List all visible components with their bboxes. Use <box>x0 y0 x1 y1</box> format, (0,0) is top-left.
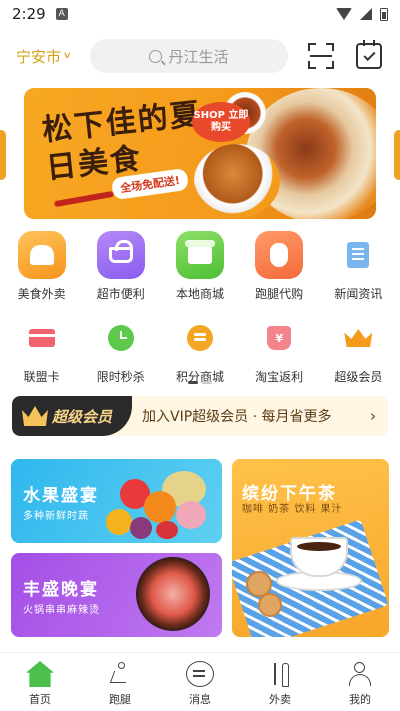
promo-card-fruit[interactable]: 水果盛宴 多种新鲜时蔬 <box>11 459 222 543</box>
grid-label: 本地商城 <box>175 287 224 301</box>
status-time: 2:29 <box>12 5 46 23</box>
search-icon <box>149 49 163 63</box>
promo-subtitle: 多种新鲜时蔬 <box>23 511 89 522</box>
chevron-right-icon: › <box>370 407 376 425</box>
bag-icon: ¥ <box>263 322 295 354</box>
runner-icon <box>106 661 134 687</box>
promo-title: 水果盛宴 <box>23 486 99 506</box>
scan-icon[interactable] <box>308 43 334 69</box>
signal-icon <box>360 8 372 20</box>
chevron-down-icon: ∨ <box>62 51 72 61</box>
tab-label: 消息 <box>189 693 211 706</box>
cookie-image <box>258 593 282 617</box>
grid-item-local-mall[interactable]: 本地商城 <box>164 231 236 302</box>
coin-icon <box>184 322 216 354</box>
calendar-check-icon[interactable] <box>356 40 382 69</box>
promo-card-dinner[interactable]: 丰盛晚宴 火锅串串麻辣烫 <box>11 553 222 637</box>
promo-subtitle: 咖啡 奶茶 饮料 果汁 <box>242 504 343 515</box>
grid-item-supermarket[interactable]: 超市便利 <box>85 231 157 302</box>
fruit-image <box>106 471 216 541</box>
search-placeholder: 丹江生活 <box>168 47 229 66</box>
grid-item-errand[interactable]: 跑腿代购 <box>243 231 315 302</box>
grid-item-news[interactable]: 新闻资讯 <box>322 231 394 302</box>
tab-messages[interactable]: 消息 <box>160 653 240 711</box>
grid-label: 超市便利 <box>96 287 145 301</box>
status-icons <box>336 7 388 21</box>
grid-label: 跑腿代购 <box>255 287 304 301</box>
tab-label: 我的 <box>349 693 371 706</box>
grid-item-food-delivery[interactable]: 美食外卖 <box>6 231 78 302</box>
tab-label: 跑腿 <box>109 693 131 706</box>
page-dot-active <box>188 381 198 384</box>
page-dot <box>202 381 212 384</box>
banner-next-peek[interactable] <box>394 130 400 180</box>
card-icon <box>26 322 58 354</box>
crown-icon <box>342 322 374 354</box>
tab-label: 首页 <box>29 693 51 706</box>
search-bar[interactable]: 丹江生活 <box>90 39 288 73</box>
banner-prev-peek[interactable] <box>0 130 6 180</box>
food-image <box>194 144 280 218</box>
vip-badge-label: 超级会员 <box>52 407 113 426</box>
fork-knife-icon <box>266 661 294 687</box>
hotpot-plate-image <box>136 557 210 631</box>
footprint-icon <box>255 231 304 279</box>
tab-home[interactable]: 首页 <box>0 653 80 711</box>
city-selector[interactable]: 宁安市 ∨ <box>16 46 90 67</box>
tab-profile[interactable]: 我的 <box>320 653 400 711</box>
grid-item-super-member[interactable]: 超级会员 <box>322 322 394 385</box>
status-bar: 2:29 A <box>0 0 400 28</box>
wifi-icon <box>336 8 352 20</box>
promo-banner[interactable]: 松下佳的夏日美食 SHOP 立即购买 全场免配送! <box>24 88 376 219</box>
bottom-tab-bar: 首页 跑腿 消息 外卖 我的 <box>0 652 400 711</box>
city-name: 宁安市 <box>16 47 62 66</box>
store-icon <box>175 231 224 279</box>
person-icon <box>346 661 374 687</box>
category-grid-row1: 美食外卖 超市便利 本地商城 跑腿代购 新闻资讯 <box>0 231 400 302</box>
shop-badge: SHOP 立即购买 <box>192 102 250 142</box>
vip-badge: 超级会员 <box>12 396 132 436</box>
pepper-decoration <box>53 190 115 208</box>
vip-banner[interactable]: 超级会员 加入VIP超级会员 · 每月省更多 › <box>12 396 388 436</box>
page-indicator <box>0 381 400 384</box>
vip-text: 加入VIP超级会员 · 每月省更多 <box>142 409 332 425</box>
grid-item-taobao-rebate[interactable]: ¥ 淘宝返利 <box>243 322 315 385</box>
crown-icon <box>22 406 48 426</box>
category-grid-row2: 联盟卡 限时秒杀 积分商城 ¥ 淘宝返利 超级会员 <box>0 322 400 385</box>
tab-takeout[interactable]: 外卖 <box>240 653 320 711</box>
promo-subtitle: 火锅串串麻辣烫 <box>23 605 100 616</box>
header: 宁安市 ∨ 丹江生活 <box>0 36 400 76</box>
grid-label: 新闻资讯 <box>334 287 383 301</box>
grid-item-flash-sale[interactable]: 限时秒杀 <box>85 322 157 385</box>
alarm-clock-icon <box>105 322 137 354</box>
grid-item-alliance-card[interactable]: 联盟卡 <box>6 322 78 385</box>
basket-icon <box>96 231 145 279</box>
chef-hat-icon <box>17 231 66 279</box>
grid-item-points-mall[interactable]: 积分商城 <box>164 322 236 385</box>
home-icon <box>26 661 54 687</box>
grid-label: 美食外卖 <box>17 287 66 301</box>
tab-label: 外卖 <box>269 693 291 706</box>
notification-icon: A <box>55 8 68 20</box>
tab-errand[interactable]: 跑腿 <box>80 653 160 711</box>
message-icon <box>186 661 214 687</box>
news-icon <box>334 231 382 279</box>
promo-card-tea[interactable]: 缤纷下午茶 咖啡 奶茶 饮料 果汁 <box>232 459 389 637</box>
battery-icon <box>380 7 388 21</box>
promo-title: 丰盛晚宴 <box>23 580 99 600</box>
